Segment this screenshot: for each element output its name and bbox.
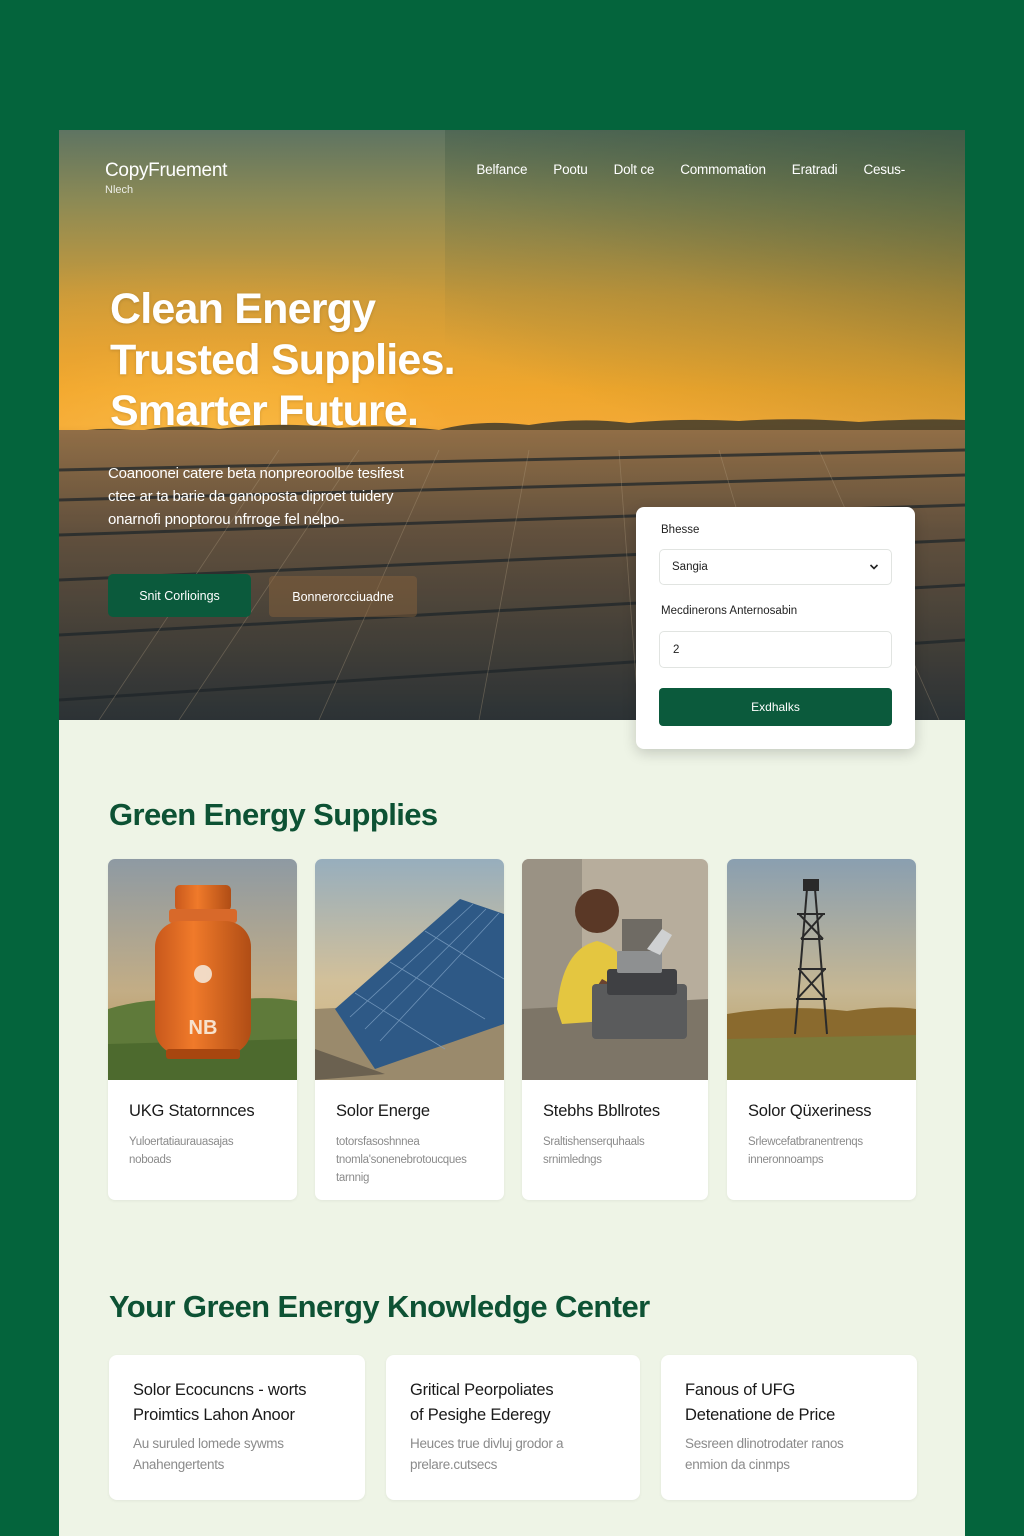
brand-tagline: Nlech xyxy=(105,184,134,196)
supply-card-solor-energe[interactable]: Solor Energe totorsfasoshnnea tnomla'son… xyxy=(315,859,504,1200)
supply-card-description-line: totorsfasoshnnea xyxy=(336,1136,420,1148)
primary-cta-button[interactable]: Snit Corlioings xyxy=(108,574,251,617)
knowledge-card-title-line: Fanous of UFG xyxy=(685,1381,796,1399)
brand-name: CopyFruement xyxy=(105,160,228,181)
region-select[interactable]: Sangia xyxy=(659,549,892,585)
knowledge-card-3[interactable]: Fanous of UFG Detenatione de Price Sesre… xyxy=(661,1355,917,1500)
supply-card-description-line: tarnnig xyxy=(336,1172,370,1184)
supply-card-description-line: inneronnoamps xyxy=(748,1154,824,1166)
select-label: Bhesse xyxy=(661,524,700,536)
knowledge-card-description-line: prelare.cutsecs xyxy=(410,1457,498,1472)
supply-card-title: Solor Qüxeriness xyxy=(748,1102,872,1120)
gas-cylinder-illustration: NB xyxy=(108,859,297,1080)
input-label: Mecdinerons Anternosabin xyxy=(661,605,798,617)
hero-description: Coanoonei catere beta nonpreoroolbe tesi… xyxy=(108,462,488,531)
nav-item-eratradi[interactable]: Eratradi xyxy=(792,162,838,177)
knowledge-card-1[interactable]: Solor Ecocuncns - worts Proimtics Lahon … xyxy=(109,1355,365,1500)
cylinder-label: NB xyxy=(189,1017,218,1039)
knowledge-card-description: Sesreen dlinotrodater ranos enmion da ci… xyxy=(685,1433,844,1475)
supply-card-title: UKG Statornnces xyxy=(129,1102,255,1120)
nav-item-belfance[interactable]: Belfance xyxy=(476,162,527,177)
quote-form-card: Bhesse Sangia Mecdinerons Anternosabin 2… xyxy=(636,507,915,749)
supply-card-description-line: noboads xyxy=(129,1154,172,1166)
submit-button[interactable]: Exdhalks xyxy=(659,688,892,726)
supply-card-title: Stebhs Bbllrotes xyxy=(543,1102,660,1120)
supply-card-description-line: tnomla'sonenebrotoucques xyxy=(336,1154,467,1166)
hero-title-line: Smarter Future. xyxy=(110,387,419,435)
supply-image-solar-panels xyxy=(315,859,504,1080)
knowledge-card-title-line: Gritical Peorpoliates xyxy=(410,1381,554,1399)
supply-card-description: Srlewcefatbranentrenqs inneronnoamps xyxy=(748,1133,863,1169)
supplies-heading: Green Energy Supplies xyxy=(109,797,438,832)
knowledge-card-title-line: Proimtics Lahon Anoor xyxy=(133,1406,295,1424)
knowledge-card-title-line: Detenatione de Price xyxy=(685,1406,836,1424)
quantity-input[interactable]: 2 xyxy=(659,631,892,668)
supply-card-description-line: Yuloertatiaurauasajas xyxy=(129,1136,234,1148)
hero-description-line: ctee ar ta barie da ganoposta diproet tu… xyxy=(108,488,394,505)
knowledge-card-title: Solor Ecocuncns - worts Proimtics Lahon … xyxy=(133,1378,307,1428)
sky-shade xyxy=(445,130,965,450)
supply-card-description-line: Sraltishenserquhaals xyxy=(543,1136,645,1148)
nav-item-cesus[interactable]: Cesus- xyxy=(863,162,905,177)
supply-card-description-line: srnimledngs xyxy=(543,1154,602,1166)
knowledge-card-title: Gritical Peorpoliates of Pesighe Ederegy xyxy=(410,1378,554,1428)
nav-item-commomation[interactable]: Commomation xyxy=(680,162,766,177)
supply-image-tower xyxy=(727,859,916,1080)
supply-card-stebhs[interactable]: Stebhs Bbllrotes Sraltishenserquhaals sr… xyxy=(522,859,708,1200)
knowledge-card-description-line: enmion da cinmps xyxy=(685,1457,790,1472)
solar-panel-illustration xyxy=(315,859,504,1080)
supply-card-title: Solor Energe xyxy=(336,1102,430,1120)
chevron-down-icon xyxy=(869,564,879,570)
nav-item-pootu[interactable]: Pootu xyxy=(553,162,587,177)
supply-image-gas-cylinder: NB xyxy=(108,859,297,1080)
knowledge-card-title: Fanous of UFG Detenatione de Price xyxy=(685,1378,835,1428)
nav-item-dolt-ce[interactable]: Dolt ce xyxy=(614,162,655,177)
knowledge-card-description-line: Au suruled lomede sywms xyxy=(133,1436,284,1451)
secondary-cta-button[interactable]: Bonnerorcciuadne xyxy=(269,576,417,617)
knowledge-card-title-line: of Pesighe Ederegy xyxy=(410,1406,551,1424)
supply-image-technician xyxy=(522,859,708,1080)
hero-description-line: onarnofi pnoptorou nfrroge fel nelpo- xyxy=(108,511,345,528)
supply-card-ukg[interactable]: NB UKG Statornnces Yuloertatiaurauasajas… xyxy=(108,859,297,1200)
hero-title-line: Trusted Supplies. xyxy=(110,336,456,384)
knowledge-card-description-line: Sesreen dlinotrodater ranos xyxy=(685,1436,844,1451)
supply-card-description-line: Srlewcefatbranentrenqs xyxy=(748,1136,863,1148)
knowledge-card-title-line: Solor Ecocuncns - worts xyxy=(133,1381,307,1399)
brand-logo[interactable]: CopyFruement Nlech xyxy=(105,160,227,196)
select-value: Sangia xyxy=(672,561,708,573)
hero-description-line: Coanoonei catere beta nonpreoroolbe tesi… xyxy=(108,465,404,482)
knowledge-card-description-line: Heuces true divluj grodor a xyxy=(410,1436,564,1451)
main-nav: Belfance Pootu Dolt ce Commomation Eratr… xyxy=(476,162,905,177)
knowledge-card-description: Au suruled lomede sywms Anahengertents xyxy=(133,1433,284,1475)
supply-card-description: totorsfasoshnnea tnomla'sonenebrotoucque… xyxy=(336,1133,467,1187)
page: CopyFruement Nlech Belfance Pootu Dolt c… xyxy=(59,130,965,1536)
knowledge-card-description-line: Anahengertents xyxy=(133,1457,225,1472)
knowledge-card-2[interactable]: Gritical Peorpoliates of Pesighe Ederegy… xyxy=(386,1355,640,1500)
supply-card-description: Yuloertatiaurauasajas noboads xyxy=(129,1133,234,1169)
hero-title: Clean Energy Trusted Supplies. Smarter F… xyxy=(110,284,456,437)
drilling-tower-illustration xyxy=(727,859,916,1080)
technician-illustration xyxy=(522,859,708,1080)
hero-title-line: Clean Energy xyxy=(110,285,376,333)
knowledge-card-description: Heuces true divluj grodor a prelare.cuts… xyxy=(410,1433,564,1475)
supply-card-solor-quxeriness[interactable]: Solor Qüxeriness Srlewcefatbranentrenqs … xyxy=(727,859,916,1200)
supply-card-description: Sraltishenserquhaals srnimledngs xyxy=(543,1133,645,1169)
knowledge-heading: Your Green Energy Knowledge Center xyxy=(109,1289,650,1324)
